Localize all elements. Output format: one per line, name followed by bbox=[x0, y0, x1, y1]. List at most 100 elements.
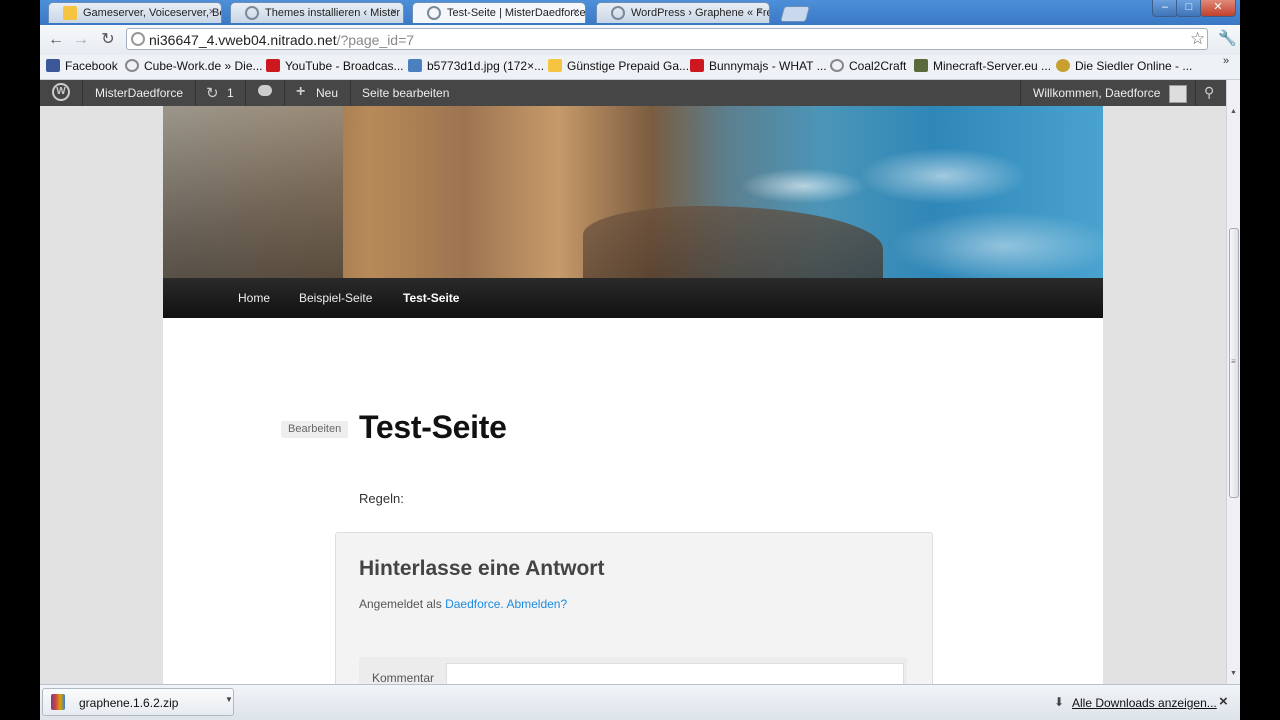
site-menu: Home Beispiel-Seite Test-Seite bbox=[163, 278, 1103, 318]
tab-test-seite[interactable]: Test-Seite | MisterDaedforce × bbox=[412, 2, 586, 23]
bookmark-star-icon[interactable]: ☆ bbox=[1190, 29, 1205, 49]
minecraft-icon bbox=[914, 59, 928, 72]
wordpress-icon bbox=[611, 6, 625, 20]
user-link[interactable]: Daedforce. bbox=[445, 597, 504, 611]
bookmark-facebook[interactable]: Facebook bbox=[46, 59, 118, 73]
wp-admin-bar: W MisterDaedforce ↻ 1 + Neu Seite bearbe… bbox=[40, 80, 1226, 106]
updates-count[interactable]: 1 bbox=[227, 86, 234, 100]
comment-textarea[interactable] bbox=[446, 663, 904, 684]
bookmark-cube-work[interactable]: Cube-Work.de » Die... bbox=[125, 59, 263, 73]
bookmark-image-jpg[interactable]: b5773d1d.jpg (172×... bbox=[408, 59, 544, 73]
header-image bbox=[163, 106, 1103, 278]
admin-bar-new[interactable]: Neu bbox=[316, 86, 338, 100]
admin-bar-site-name[interactable]: MisterDaedforce bbox=[95, 86, 183, 100]
download-arrow-icon: ⬇ bbox=[1054, 695, 1065, 709]
globe-icon bbox=[427, 6, 441, 20]
bookmark-bunnymajs[interactable]: Bunnymajs - WHAT ... bbox=[690, 59, 827, 73]
menu-item-beispiel-seite[interactable]: Beispiel-Seite bbox=[299, 291, 372, 305]
bookmark-youtube-broadcast[interactable]: YouTube - Broadcas... bbox=[266, 59, 404, 73]
url-host: ni36647_4.vweb04.nitrado.net bbox=[149, 32, 337, 48]
tab-close-icon[interactable]: × bbox=[573, 6, 579, 18]
page-title: Test-Seite bbox=[359, 409, 507, 445]
menu-item-home[interactable]: Home bbox=[238, 291, 270, 305]
show-all-downloads-link[interactable]: Alle Downloads anzeigen... bbox=[1072, 696, 1217, 710]
youtube-icon bbox=[690, 59, 704, 72]
bookmark-prepaid[interactable]: Günstige Prepaid Ga... bbox=[548, 59, 689, 73]
admin-bar-divider bbox=[195, 80, 196, 106]
forward-icon[interactable]: → bbox=[72, 31, 90, 49]
comment-form: Hinterlasse eine Antwort Angemeldet als … bbox=[335, 532, 933, 684]
wordpress-logo-icon[interactable]: W bbox=[52, 83, 70, 101]
globe-icon bbox=[125, 59, 139, 72]
back-icon[interactable]: ← bbox=[47, 31, 65, 49]
tab-close-icon[interactable]: × bbox=[209, 6, 215, 18]
bookmark-label: Günstige Prepaid Ga... bbox=[567, 59, 690, 73]
download-item[interactable]: graphene.1.6.2.zip ▼ bbox=[42, 688, 234, 716]
comment-label: Kommentar bbox=[372, 671, 435, 684]
url-path: /?page_id=7 bbox=[336, 32, 415, 48]
download-file-name: graphene.1.6.2.zip bbox=[79, 696, 179, 710]
tab-wordpress-graphene[interactable]: WordPress › Graphene « Fre × bbox=[596, 2, 770, 23]
browser-toolbar: ← → ↻ ni36647_4.vweb04.nitrado.net/?page… bbox=[40, 25, 1240, 56]
scroll-down-icon[interactable]: ▼ bbox=[1230, 670, 1237, 677]
bookmark-siedler[interactable]: Die Siedler Online - ... bbox=[1056, 59, 1192, 73]
download-shelf: graphene.1.6.2.zip ▼ ⬇ Alle Downloads an… bbox=[40, 684, 1240, 720]
maximize-icon[interactable]: □ bbox=[1176, 0, 1202, 17]
siedler-icon bbox=[1056, 59, 1070, 72]
logged-in-prefix: Angemeldet als bbox=[359, 597, 442, 611]
grip-icon: ≡ bbox=[1231, 357, 1236, 366]
bookmarks-bar: Facebook Cube-Work.de » Die... YouTube -… bbox=[40, 55, 1240, 80]
bookmark-coal2craft[interactable]: Coal2Craft bbox=[830, 59, 906, 73]
logged-in-as: Angemeldet als Daedforce. Abmelden? bbox=[359, 597, 567, 611]
bookmark-minecraft-server[interactable]: Minecraft-Server.eu ... bbox=[914, 59, 1051, 73]
search-icon[interactable]: ⚲ bbox=[1204, 84, 1214, 101]
page-content: Regeln: bbox=[359, 491, 404, 506]
page-viewport: Home Beispiel-Seite Test-Seite Bearbeite… bbox=[40, 106, 1226, 684]
reload-icon[interactable]: ↻ bbox=[99, 31, 117, 49]
edit-page-button[interactable]: Bearbeiten bbox=[281, 421, 349, 438]
admin-bar-edit-page[interactable]: Seite bearbeiten bbox=[362, 86, 449, 100]
window-close-icon[interactable]: ✕ bbox=[1200, 0, 1236, 17]
tab-themes[interactable]: Themes installieren ‹ Mister × bbox=[230, 2, 404, 23]
chevron-down-icon[interactable]: ▼ bbox=[225, 695, 233, 704]
tab-gameserver[interactable]: Gameserver, Voiceserver, Be × bbox=[48, 2, 222, 23]
wrench-icon[interactable]: 🔧 bbox=[1218, 29, 1237, 47]
bookmarks-overflow-icon[interactable]: » bbox=[1223, 55, 1229, 67]
scroll-thumb[interactable]: ≡ bbox=[1229, 228, 1239, 498]
minimize-icon[interactable]: – bbox=[1152, 0, 1178, 17]
menu-item-test-seite[interactable]: Test-Seite bbox=[403, 291, 459, 305]
site-page: Home Beispiel-Seite Test-Seite Bearbeite… bbox=[163, 106, 1103, 684]
new-tab-button[interactable] bbox=[779, 6, 811, 22]
close-icon[interactable]: × bbox=[1219, 693, 1228, 710]
image-icon bbox=[408, 59, 422, 72]
bookmark-label: Minecraft-Server.eu ... bbox=[933, 59, 1052, 73]
tab-strip: Gameserver, Voiceserver, Be × Themes ins… bbox=[40, 0, 1240, 25]
bookmark-label: Coal2Craft bbox=[849, 59, 907, 73]
bookmark-label: YouTube - Broadcas... bbox=[285, 59, 404, 73]
updates-icon[interactable]: ↻ bbox=[206, 84, 219, 102]
admin-bar-divider bbox=[350, 80, 351, 106]
admin-bar-divider bbox=[1020, 80, 1021, 106]
admin-bar-welcome[interactable]: Willkommen, Daedforce bbox=[1033, 86, 1160, 100]
facebook-icon bbox=[46, 59, 60, 72]
bookmark-label: Bunnymajs - WHAT ... bbox=[709, 59, 827, 73]
plus-icon: + bbox=[296, 83, 306, 100]
logout-link[interactable]: Abmelden? bbox=[506, 597, 567, 611]
comments-bubble-icon[interactable] bbox=[258, 85, 272, 96]
globe-icon bbox=[830, 59, 844, 72]
admin-bar-divider bbox=[82, 80, 83, 106]
admin-bar-divider bbox=[245, 80, 246, 106]
url-text[interactable]: ni36647_4.vweb04.nitrado.net/?page_id=7 bbox=[149, 32, 414, 48]
address-bar[interactable]: ni36647_4.vweb04.nitrado.net/?page_id=7 bbox=[126, 28, 1208, 50]
scroll-up-icon[interactable]: ▲ bbox=[1230, 108, 1237, 115]
tab-close-icon[interactable]: × bbox=[757, 6, 763, 18]
tab-close-icon[interactable]: × bbox=[391, 6, 397, 18]
folder-icon bbox=[548, 59, 562, 72]
bookmark-label: Facebook bbox=[65, 59, 118, 73]
tab-title: Test-Seite | MisterDaedforce bbox=[447, 7, 586, 19]
globe-icon bbox=[245, 6, 259, 20]
youtube-icon bbox=[266, 59, 280, 72]
page-scrollbar[interactable]: ▲ ≡ ▼ bbox=[1226, 80, 1240, 684]
bookmark-label: b5773d1d.jpg (172×... bbox=[427, 59, 545, 73]
avatar[interactable] bbox=[1169, 85, 1187, 103]
